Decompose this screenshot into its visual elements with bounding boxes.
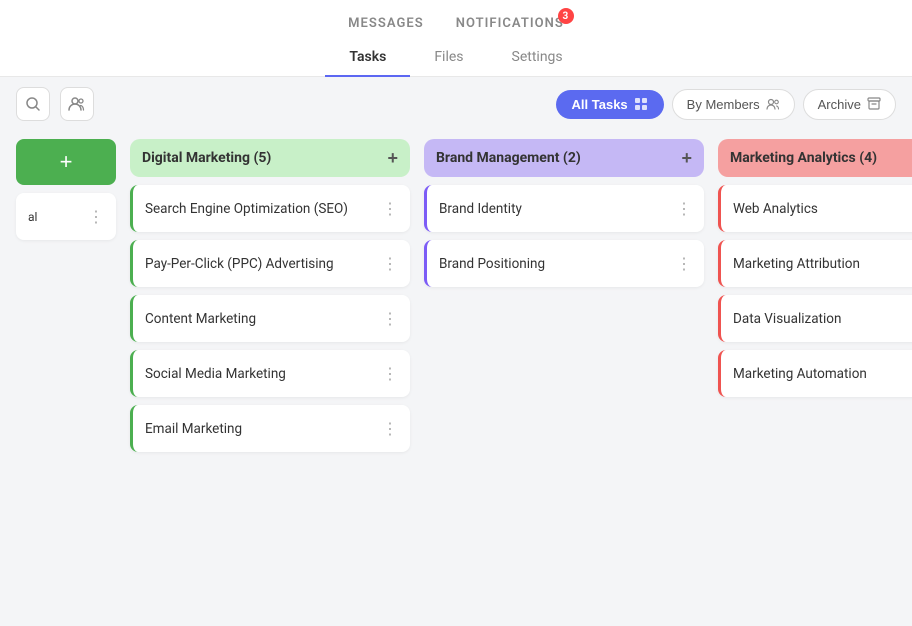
card-marketing-attribution[interactable]: Marketing Attribution ⋮ (718, 240, 912, 287)
card-label-brand-identity: Brand Identity (439, 201, 522, 217)
by-members-icon (766, 97, 780, 111)
partial-label: al (28, 210, 37, 224)
partial-card: al ⋮ (16, 193, 116, 240)
messages-nav[interactable]: MESSAGES (348, 16, 424, 31)
card-brand-positioning[interactable]: Brand Positioning ⋮ (424, 240, 704, 287)
tabs-row: Tasks Files Settings (0, 39, 912, 77)
users-icon (68, 96, 86, 112)
partial-add-button[interactable]: + (16, 139, 116, 185)
column-title-brand-management: Brand Management (2) (436, 150, 581, 166)
column-partial: + al ⋮ (16, 139, 116, 240)
card-label-ppc: Pay-Per-Click (PPC) Advertising (145, 256, 334, 272)
card-label-seo: Search Engine Optimization (SEO) (145, 201, 348, 217)
card-label-data-visualization: Data Visualization (733, 311, 841, 327)
archive-icon (867, 97, 881, 111)
card-email-marketing[interactable]: Email Marketing ⋮ (130, 405, 410, 452)
card-seo[interactable]: Search Engine Optimization (SEO) ⋮ (130, 185, 410, 232)
card-menu-ppc[interactable]: ⋮ (382, 254, 398, 273)
card-label-email-marketing: Email Marketing (145, 421, 242, 437)
card-label-marketing-automation: Marketing Automation (733, 366, 867, 382)
search-button[interactable] (16, 87, 50, 121)
kanban-board: + al ⋮ Digital Marketing (5) + Search En… (0, 131, 912, 613)
top-nav: MESSAGES NOTIFICATIONS 3 (0, 0, 912, 39)
add-card-brand-management[interactable]: + (681, 149, 692, 167)
card-label-marketing-attribution: Marketing Attribution (733, 256, 860, 272)
card-label-content-marketing: Content Marketing (145, 311, 256, 327)
archive-label: Archive (818, 97, 861, 112)
card-menu-social-media[interactable]: ⋮ (382, 364, 398, 383)
tab-tasks[interactable]: Tasks (325, 39, 410, 77)
column-title-marketing-analytics: Marketing Analytics (4) (730, 150, 877, 166)
card-content-marketing[interactable]: Content Marketing ⋮ (130, 295, 410, 342)
notifications-nav[interactable]: NOTIFICATIONS 3 (456, 16, 564, 31)
tab-files[interactable]: Files (410, 39, 487, 77)
tab-settings[interactable]: Settings (488, 39, 587, 77)
add-card-digital-marketing[interactable]: + (387, 149, 398, 167)
column-title-digital-marketing: Digital Marketing (5) (142, 150, 271, 166)
card-ppc[interactable]: Pay-Per-Click (PPC) Advertising ⋮ (130, 240, 410, 287)
notification-badge: 3 (558, 8, 574, 24)
column-header-brand-management: Brand Management (2) + (424, 139, 704, 177)
card-label-social-media: Social Media Marketing (145, 366, 286, 382)
all-tasks-icon (634, 97, 648, 111)
column-header-digital-marketing: Digital Marketing (5) + (130, 139, 410, 177)
card-label-web-analytics: Web Analytics (733, 201, 818, 217)
card-label-brand-positioning: Brand Positioning (439, 256, 545, 272)
archive-button[interactable]: Archive (803, 89, 896, 120)
by-members-label: By Members (687, 97, 760, 112)
partial-card-menu[interactable]: ⋮ (88, 207, 104, 226)
by-members-button[interactable]: By Members (672, 89, 795, 120)
column-header-marketing-analytics: Marketing Analytics (4) + (718, 139, 912, 177)
column-marketing-analytics: Marketing Analytics (4) + Web Analytics … (718, 139, 912, 397)
card-menu-brand-positioning[interactable]: ⋮ (676, 254, 692, 273)
all-tasks-button[interactable]: All Tasks (556, 90, 664, 119)
column-digital-marketing: Digital Marketing (5) + Search Engine Op… (130, 139, 410, 452)
card-brand-identity[interactable]: Brand Identity ⋮ (424, 185, 704, 232)
card-menu-email-marketing[interactable]: ⋮ (382, 419, 398, 438)
card-web-analytics[interactable]: Web Analytics ⋮ (718, 185, 912, 232)
card-data-visualization[interactable]: Data Visualization ⋮ (718, 295, 912, 342)
search-icon (25, 96, 41, 112)
card-menu-seo[interactable]: ⋮ (382, 199, 398, 218)
all-tasks-label: All Tasks (572, 97, 628, 112)
card-menu-content-marketing[interactable]: ⋮ (382, 309, 398, 328)
card-marketing-automation[interactable]: Marketing Automation ⋮ (718, 350, 912, 397)
column-brand-management: Brand Management (2) + Brand Identity ⋮ … (424, 139, 704, 287)
card-menu-brand-identity[interactable]: ⋮ (676, 199, 692, 218)
users-button[interactable] (60, 87, 94, 121)
toolbar: All Tasks By Members Archive (0, 77, 912, 131)
card-social-media[interactable]: Social Media Marketing ⋮ (130, 350, 410, 397)
